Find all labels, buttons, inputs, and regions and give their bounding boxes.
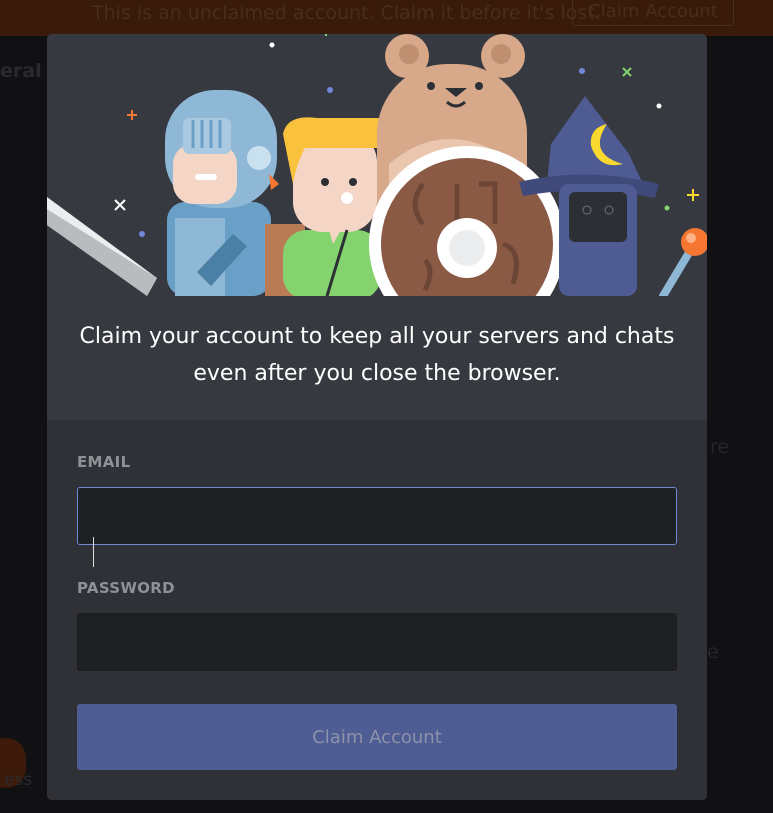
background-channel-name: eral [0,60,42,82]
claim-account-modal: Claim your account to keep all your serv… [47,34,707,800]
claim-account-form: EMAIL PASSWORD Claim Account [47,420,707,800]
email-field[interactable] [77,487,677,545]
email-label: EMAIL [77,453,131,471]
background-text-2: e [707,641,719,663]
password-field[interactable] [77,613,677,671]
background-text-3: ess [4,770,33,790]
claim-account-button[interactable]: Claim Account [77,704,677,770]
claim-headline: Claim your account to keep all your serv… [79,324,675,386]
notice-claim-account-button: Claim Account [572,0,734,26]
background-text-1: re [710,436,730,458]
unclaimed-notice-bar: This is an unclaimed account. Claim it b… [0,0,773,36]
knight-icon [165,90,279,296]
password-label: PASSWORD [77,579,175,597]
hero-illustration [47,34,707,296]
unclaimed-notice-text: This is an unclaimed account. Claim it b… [92,2,601,24]
modal-hero: Claim your account to keep all your serv… [47,34,707,420]
staff-icon [659,228,707,296]
text-caret [93,537,94,567]
